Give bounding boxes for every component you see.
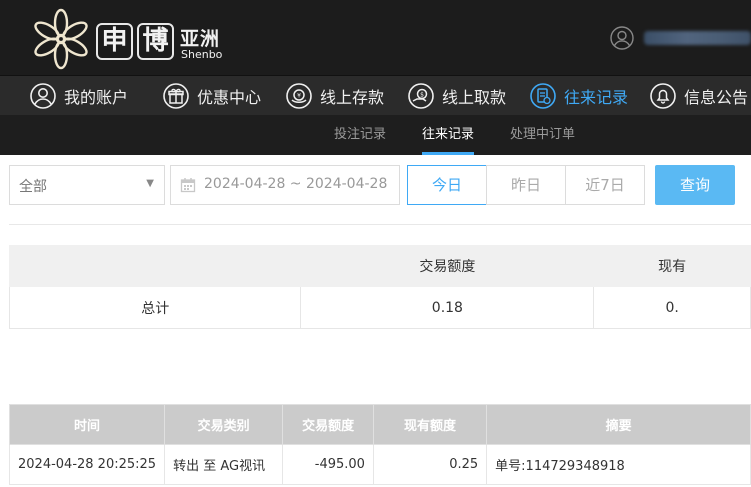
col-header-time: 时间 <box>8 404 166 445</box>
table-row: 2024-04-28 20:25:25 转出 至 AG视讯 -495.00 0.… <box>8 444 751 485</box>
svg-text:$: $ <box>420 92 424 99</box>
col-header-type: 交易类别 <box>164 404 284 445</box>
flower-logo-icon <box>34 8 88 70</box>
summary-total-balance: 0. <box>593 286 751 329</box>
records-table: 时间 交易类别 交易额度 现有额度 摘要 2024-04-28 20:25:25… <box>8 404 751 485</box>
cell-time: 2024-04-28 20:25:25 <box>8 444 166 485</box>
nav-item-online-withdraw[interactable]: $ 线上取款 <box>408 76 506 116</box>
nav-label: 线上存款 <box>320 88 385 107</box>
tab-pending-orders[interactable]: 处理中订单 <box>510 115 575 155</box>
col-header-balance: 现有额度 <box>372 404 488 445</box>
divider <box>9 224 751 225</box>
cell-summary: 单号:114729348918 <box>486 444 751 485</box>
site-header: 申 博 亚洲 Shenbo <box>0 0 751 75</box>
cell-type: 转出 至 AG视讯 <box>164 444 284 485</box>
svg-text:¥: ¥ <box>297 93 301 100</box>
nav-label: 我的账户 <box>64 88 129 107</box>
yesterday-button[interactable]: 昨日 <box>486 165 566 205</box>
nav-item-transaction-records[interactable]: 往来记录 <box>530 76 628 116</box>
date-range-value: 2024-04-28 ~ 2024-04-28 <box>204 176 388 192</box>
search-button[interactable]: 查询 <box>655 165 735 205</box>
username-blurred[interactable] <box>644 31 751 45</box>
summary-header-label <box>8 245 302 287</box>
tab-transaction-records[interactable]: 往来记录 <box>422 115 475 155</box>
main-nav: 我的账户 优惠中心 ¥ 线上存款 $ 线上取款 往来记录 信息公告 <box>0 75 751 115</box>
last-7-days-button[interactable]: 近7日 <box>565 165 645 205</box>
avatar-icon[interactable] <box>610 26 634 50</box>
bell-icon <box>650 83 676 109</box>
nav-label: 往来记录 <box>564 88 629 107</box>
nav-label: 信息公告 <box>684 88 749 107</box>
nav-item-promotions[interactable]: 优惠中心 <box>163 76 261 116</box>
cell-balance: 0.25 <box>372 444 488 485</box>
nav-item-my-account[interactable]: 我的账户 <box>30 76 128 116</box>
calendar-icon <box>180 178 196 193</box>
summary-header-row: 交易额度 现有 <box>8 245 751 287</box>
withdraw-icon: $ <box>408 83 434 109</box>
nav-label: 线上取款 <box>442 88 507 107</box>
type-select-value: 全部 <box>19 179 47 195</box>
summary-header-balance: 现有 <box>593 245 751 287</box>
summary-header-amount: 交易额度 <box>300 245 595 287</box>
summary-total-row: 总计 0.18 0. <box>8 286 751 329</box>
logo-chinese-text: 亚洲 <box>180 28 221 50</box>
summary-total-amount: 0.18 <box>300 286 595 329</box>
record-icon <box>530 83 556 109</box>
sub-nav: 投注记录 往来记录 处理中订单 <box>0 115 751 155</box>
col-header-amount: 交易额度 <box>282 404 374 445</box>
records-header-row: 时间 交易类别 交易额度 现有额度 摘要 <box>8 404 751 445</box>
today-button[interactable]: 今日 <box>407 165 487 205</box>
summary-table: 交易额度 现有 总计 0.18 0. <box>8 245 751 329</box>
gift-icon <box>163 83 189 109</box>
type-select[interactable]: 全部 ▼ <box>9 165 165 205</box>
logo-char-1: 申 <box>96 23 133 60</box>
date-range-input[interactable]: 2024-04-28 ~ 2024-04-28 <box>170 165 400 205</box>
deposit-icon: ¥ <box>286 83 312 109</box>
chevron-down-icon: ▼ <box>146 178 154 189</box>
logo-english-text: Shenbo <box>181 48 223 61</box>
cell-amount: -495.00 <box>282 444 374 485</box>
nav-label: 优惠中心 <box>197 88 262 107</box>
user-icon <box>30 83 56 109</box>
tab-bet-records[interactable]: 投注记录 <box>334 115 386 155</box>
summary-total-label: 总计 <box>8 286 302 329</box>
logo-char-2: 博 <box>137 23 174 60</box>
nav-item-announcements[interactable]: 信息公告 <box>650 76 748 116</box>
col-header-summary: 摘要 <box>486 404 751 445</box>
nav-item-online-deposit[interactable]: ¥ 线上存款 <box>286 76 384 116</box>
